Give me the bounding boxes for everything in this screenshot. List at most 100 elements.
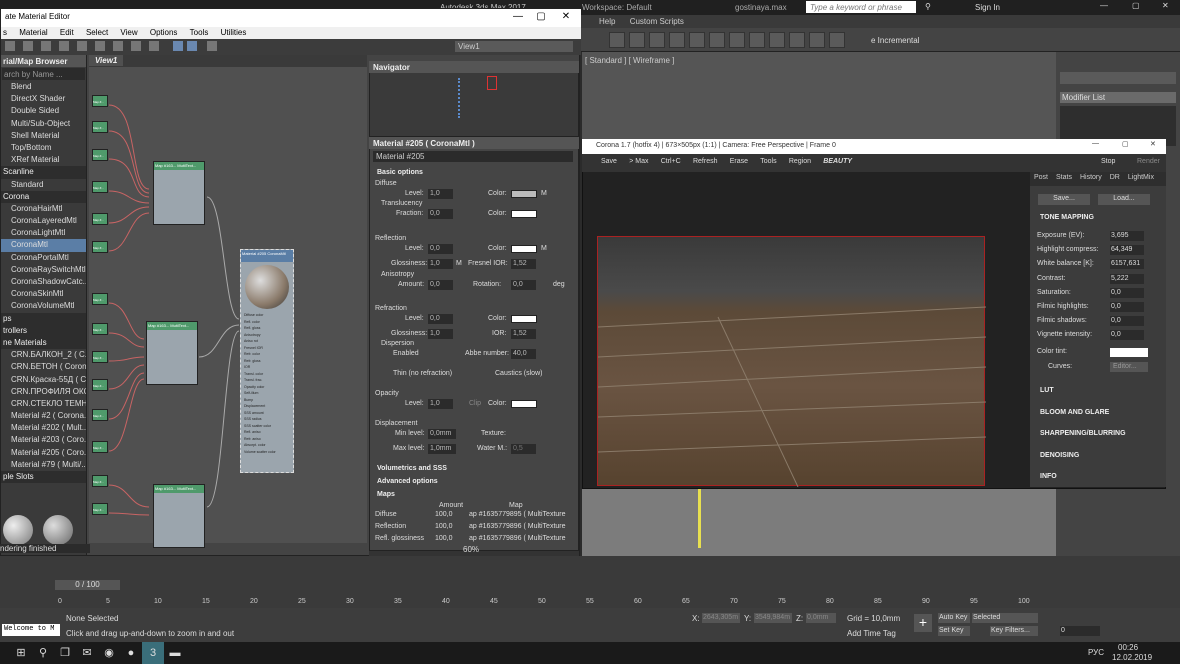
vfb-stop-button[interactable]: Stop	[1096, 154, 1120, 169]
params-toggle-icon[interactable]	[187, 41, 197, 51]
vfb-refresh-button[interactable]: Refresh	[688, 154, 723, 169]
disp-max-spinner[interactable]: 1,0mm	[428, 444, 456, 454]
menu-custom-scripts[interactable]: Custom Scripts	[624, 15, 690, 28]
map-node-collapsed[interactable]: Map #...	[92, 293, 108, 305]
timeline[interactable]: 0 / 100 0 5 10 15 20 25 30 35 40 45 50 55 60 65 70 75 80…	[0, 556, 1180, 608]
refl-gloss-spinner[interactable]: 1,0	[428, 259, 453, 269]
browser-item[interactable]: CoronaLayeredMtl	[1, 215, 86, 227]
y-field[interactable]: 3549,984m	[754, 613, 792, 623]
maximize-icon[interactable]: ▢	[1132, 1, 1140, 10]
map-row-name[interactable]: Reflection	[375, 523, 406, 530]
key-icon[interactable]: +	[914, 614, 932, 632]
tone-mapping-spinner[interactable]: 3,695	[1110, 231, 1144, 241]
sme-menu-select[interactable]: Select	[81, 27, 113, 38]
fraction-spinner[interactable]: 0,0	[428, 209, 453, 219]
render-setup-icon[interactable]	[769, 32, 785, 48]
browser-item[interactable]: Material #205 ( Coro...	[1, 447, 86, 459]
search-input[interactable]: Type a keyword or phrase	[806, 1, 916, 13]
sme-menu-utilities[interactable]: Utilities	[216, 27, 252, 38]
browser-item[interactable]: Top/Bottom	[1, 142, 86, 154]
browser-item[interactable]: CRN.СТЕКЛО ТЕМНО...	[1, 398, 86, 410]
curve-editor-icon[interactable]	[709, 32, 725, 48]
browser-item[interactable]: CoronaRaySwitchMtl	[1, 264, 86, 276]
vfb-section-rollout[interactable]: LUT	[1040, 387, 1054, 394]
search-icon[interactable]: ⚲	[925, 2, 931, 11]
water-spinner[interactable]: 0,5	[511, 444, 536, 454]
diffuse-map-button[interactable]: M	[541, 190, 547, 197]
map-node-collapsed[interactable]: Map #...	[92, 149, 108, 161]
map-node-collapsed[interactable]: Map #...	[92, 241, 108, 253]
maps-rollout[interactable]: Maps	[377, 491, 395, 498]
ribbon-icon[interactable]	[689, 32, 705, 48]
vfb-section-rollout[interactable]: BLOOM AND GLARE	[1040, 409, 1109, 416]
vfb-channel-dropdown[interactable]: BEAUTY	[818, 154, 857, 169]
current-frame-spinner[interactable]: 0	[1060, 626, 1100, 636]
sme-menu-material[interactable]: Material	[14, 27, 52, 38]
material-slot[interactable]: Volume scatter color	[241, 449, 293, 456]
map-node-collapsed[interactable]: Map #...	[92, 503, 108, 515]
close-icon[interactable]: ✕	[1162, 1, 1169, 10]
map-row-amount[interactable]: 100,0	[435, 511, 453, 518]
render-icon[interactable]	[809, 32, 825, 48]
basic-options-rollout[interactable]: Basic options	[377, 169, 423, 176]
show-map-icon[interactable]	[77, 41, 87, 51]
3dsmax-icon[interactable]: 3	[142, 642, 164, 664]
browser-item[interactable]: Standard	[1, 179, 86, 191]
vfb-section-rollout[interactable]: INFO	[1040, 473, 1057, 480]
disp-min-spinner[interactable]: 0,0mm	[428, 429, 456, 439]
object-name-field[interactable]	[1060, 72, 1176, 84]
post-load-button[interactable]: Load...	[1098, 194, 1150, 205]
map-node-collapsed[interactable]: Map #...	[92, 213, 108, 225]
pick-material-icon[interactable]	[5, 41, 15, 51]
tone-mapping-spinner[interactable]: 0,0	[1110, 287, 1144, 298]
layer-icon[interactable]	[669, 32, 685, 48]
vfb-copy-button[interactable]: Ctrl+C	[656, 154, 686, 169]
sme-menu-view[interactable]: View	[115, 27, 142, 38]
gloss-map-button[interactable]: M	[456, 260, 462, 267]
auto-key-button[interactable]: Auto Key	[938, 613, 970, 623]
aniso-rotation-spinner[interactable]: 0,0	[511, 280, 536, 290]
key-set-dropdown[interactable]: Selected	[972, 613, 1038, 623]
explorer-icon[interactable]: ▬	[164, 642, 186, 664]
vfb-tomax-button[interactable]: > Max	[624, 154, 653, 169]
assign-material-icon[interactable]	[23, 41, 33, 51]
search-icon[interactable]: ⚲	[32, 642, 54, 664]
color-tint-swatch[interactable]	[1110, 348, 1148, 357]
curves-editor-button[interactable]: Editor...	[1110, 362, 1148, 372]
vfb-maximize-icon[interactable]: ▢	[1122, 140, 1129, 148]
diffuse-color-swatch[interactable]	[511, 190, 537, 198]
material-node[interactable]: Material #205 CoronaMtl Diffuse color Refl…	[240, 249, 294, 473]
browser-item[interactable]: CRN.БАЛКОН_2 ( C...	[1, 349, 86, 361]
select-by-material-icon[interactable]	[207, 41, 217, 51]
opacity-color-swatch[interactable]	[511, 400, 537, 408]
maxscript-listener[interactable]: Welcome to M	[2, 624, 60, 636]
map-node-collapsed[interactable]: Map #...	[92, 121, 108, 133]
sample-slot-sphere[interactable]	[43, 515, 73, 545]
vfb-tab-dr[interactable]: DR	[1106, 172, 1124, 183]
minimize-icon[interactable]: —	[1100, 1, 1108, 10]
browser-icon[interactable]: ◉	[98, 642, 120, 664]
vfb-close-icon[interactable]: ✕	[1150, 140, 1156, 148]
map-row-map-button[interactable]: ap #1635779896 ( MultiTexture	[469, 523, 566, 530]
map-node-collapsed[interactable]: Map #...	[92, 379, 108, 391]
browser-item[interactable]: XRef Material	[1, 154, 86, 166]
tone-mapping-spinner[interactable]: 0,0	[1110, 316, 1144, 327]
move-children-icon[interactable]	[59, 41, 69, 51]
start-icon[interactable]: ⊞	[10, 642, 32, 664]
task-view-icon[interactable]: ❐	[54, 642, 76, 664]
map-row-map-button[interactable]: ap #1635779896 ( MultiTexture	[469, 535, 566, 542]
modifier-list-dropdown[interactable]: Modifier List	[1060, 92, 1176, 103]
material-name-field[interactable]: Material #205	[373, 151, 573, 162]
multitexture-node[interactable]: Map #163... MultiText...	[153, 161, 205, 225]
sme-menu-modes[interactable]: s	[1, 27, 12, 38]
browser-category[interactable]: ne Materials	[1, 336, 86, 350]
map-node-collapsed[interactable]: Map #...	[92, 441, 108, 453]
browser-item[interactable]: Shell Material	[1, 130, 86, 142]
browser-item[interactable]: CoronaSkinMtl	[1, 288, 86, 300]
map-row-name[interactable]: Refl. glossiness	[375, 535, 424, 542]
layout-children-icon[interactable]	[131, 41, 141, 51]
map-row-amount[interactable]: 100,0	[435, 535, 453, 542]
map-row-map-button[interactable]: ap #1635779895 ( MultiTexture	[469, 511, 566, 518]
browser-category[interactable]: Scanline	[1, 166, 86, 179]
vfb-section-rollout[interactable]: DENOISING	[1040, 452, 1079, 459]
